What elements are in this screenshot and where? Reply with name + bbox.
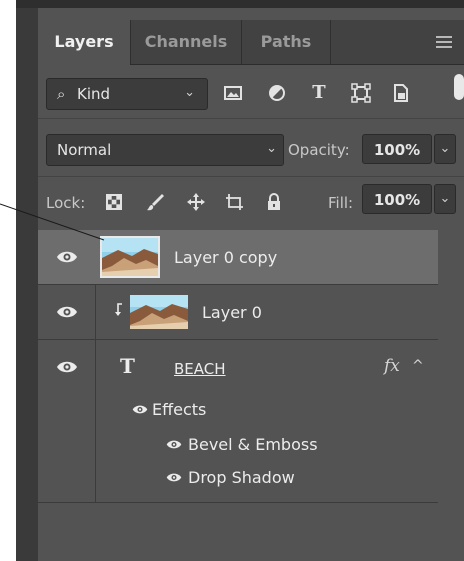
layer-row[interactable]: Layer 0 copy (38, 230, 438, 285)
type-layer-icon: T (120, 354, 135, 378)
eye-icon[interactable] (166, 472, 182, 483)
layer-name[interactable]: Layer 0 (202, 303, 262, 322)
divider (38, 118, 464, 119)
shape-filter-icon[interactable] (350, 82, 372, 104)
layer-filter-row: ⌕ Kind ⌄ T (38, 72, 464, 112)
blend-mode-select[interactable]: Normal ⌄ (46, 134, 284, 166)
panel-top-strip (16, 0, 464, 8)
effects-label[interactable]: Effects (152, 400, 206, 419)
image-filter-icon[interactable] (222, 82, 244, 104)
layers-list: Layer 0 copy Layer 0 T BEACH fx ^ Effect… (38, 230, 464, 561)
fill-label: Fill: (328, 194, 354, 212)
effect-item[interactable]: Bevel & Emboss (188, 435, 318, 454)
eye-icon[interactable] (166, 439, 182, 450)
layer-name[interactable]: Layer 0 copy (174, 248, 277, 267)
tab-label: Channels (144, 32, 228, 51)
panel-menu-icon[interactable] (436, 36, 452, 48)
blend-mode-value: Normal (57, 141, 112, 159)
layer-row[interactable]: Layer 0 (38, 285, 438, 340)
effect-item[interactable]: Drop Shadow (188, 468, 295, 487)
fill-slider-toggle[interactable]: ⌄ (434, 184, 456, 214)
tab-layers[interactable]: Layers (38, 20, 130, 65)
opacity-label: Opacity: (288, 141, 350, 159)
tab-paths[interactable]: Paths (242, 20, 330, 64)
lock-transparent-pixels-icon[interactable] (104, 192, 124, 212)
panel-dock-column (16, 8, 39, 561)
panel-tab-bar: Layers Channels Paths (38, 20, 464, 65)
layer-thumbnail (100, 236, 160, 278)
search-icon: ⌕ (57, 85, 66, 103)
eye-icon[interactable] (56, 250, 78, 264)
layer-name[interactable]: BEACH (174, 360, 226, 378)
opacity-field[interactable]: 100% (362, 134, 432, 164)
type-filter-icon[interactable]: T (308, 82, 330, 104)
tab-label: Paths (260, 32, 312, 51)
smart-object-filter-icon[interactable] (390, 82, 412, 104)
eye-icon[interactable] (132, 404, 148, 415)
lock-image-pixels-icon[interactable] (146, 192, 166, 212)
filter-kind-select[interactable]: ⌕ Kind ⌄ (46, 78, 208, 110)
clipping-mask-icon (115, 303, 122, 316)
lock-position-icon[interactable] (186, 192, 206, 212)
lock-row: Lock: Fill: 100% ⌄ (38, 184, 464, 224)
fill-field[interactable]: 100% (362, 184, 432, 214)
tab-label: Layers (54, 32, 114, 51)
fx-icon[interactable]: fx (384, 356, 400, 376)
eye-icon[interactable] (56, 360, 78, 374)
chevron-up-icon[interactable]: ^ (412, 358, 424, 374)
lock-label: Lock: (46, 194, 86, 212)
filter-toggle-switch[interactable] (454, 74, 464, 100)
filter-kind-value: Kind (77, 85, 111, 103)
chevron-down-icon: ⌄ (266, 141, 277, 156)
type-layer-block: T BEACH fx ^ Effects Bevel & Emboss Drop… (38, 340, 438, 503)
blend-mode-row: Normal ⌄ Opacity: 100% ⌄ (38, 130, 464, 170)
lock-artboard-icon[interactable] (224, 192, 244, 212)
eye-icon[interactable] (56, 305, 78, 319)
chevron-down-icon: ⌄ (184, 85, 195, 100)
divider (38, 176, 464, 177)
opacity-slider-toggle[interactable]: ⌄ (434, 134, 456, 164)
layers-panel: Layers Channels Paths ⌕ Kind ⌄ T Normal … (38, 8, 464, 561)
layer-thumbnail (130, 295, 188, 329)
lock-all-icon[interactable] (264, 192, 284, 212)
tab-channels[interactable]: Channels (131, 20, 241, 64)
adjustment-filter-icon[interactable] (266, 82, 288, 104)
